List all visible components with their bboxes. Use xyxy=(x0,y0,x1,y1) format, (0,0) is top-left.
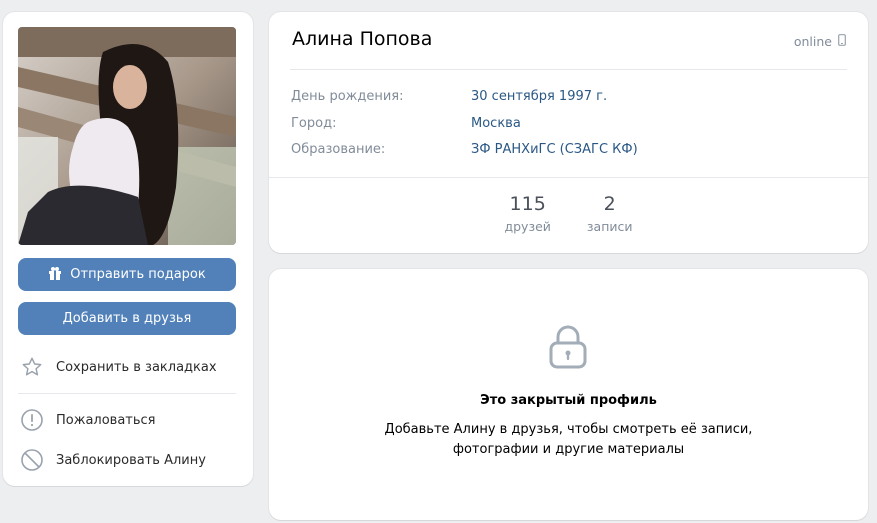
report-label: Пожаловаться xyxy=(56,412,156,428)
block-label: Заблокировать Алину xyxy=(56,452,206,468)
profile-photo[interactable] xyxy=(18,27,236,245)
info-value[interactable]: Москва xyxy=(471,116,521,131)
add-friend-button[interactable]: Добавить в друзья xyxy=(18,302,236,335)
online-label: online xyxy=(793,34,832,49)
posts-counter[interactable]: 2 записи xyxy=(587,193,633,234)
profile-sidebar: Отправить подарок Добавить в друзья Сохр… xyxy=(3,12,253,486)
counters-divider xyxy=(269,177,868,178)
add-friend-label: Добавить в друзья xyxy=(62,311,192,326)
header-divider xyxy=(290,69,847,70)
closed-text-line: фотографии и другие материалы xyxy=(452,442,685,457)
profile-photo-image xyxy=(18,27,236,245)
info-row-education: Образование: ЗФ РАНХиГС (СЗАГС КФ) xyxy=(291,142,638,157)
report-icon xyxy=(20,408,44,432)
gift-icon xyxy=(48,266,62,284)
counter-number: 2 xyxy=(603,193,616,215)
send-gift-button[interactable]: Отправить подарок xyxy=(18,258,236,291)
lock-icon xyxy=(549,325,587,373)
counter-number: 115 xyxy=(509,193,546,215)
report-action[interactable]: Пожаловаться xyxy=(20,406,156,434)
info-value[interactable]: 30 сентября 1997 г. xyxy=(471,89,607,104)
profile-name: Алина Попова xyxy=(292,28,433,50)
info-label: Город: xyxy=(291,116,337,131)
bookmark-action[interactable]: Сохранить в закладках xyxy=(20,353,217,381)
info-label: День рождения: xyxy=(291,89,404,104)
star-icon xyxy=(20,355,44,379)
counter-label: друзей xyxy=(504,219,551,234)
profile-info-card: Алина Попова online День рождения: 30 се… xyxy=(269,12,868,253)
online-status: online xyxy=(794,34,846,49)
info-row-birthday: День рождения: 30 сентября 1997 г. xyxy=(291,89,607,104)
info-value[interactable]: ЗФ РАНХиГС (СЗАГС КФ) xyxy=(471,142,638,157)
info-label: Образование: xyxy=(291,142,386,157)
bookmark-label: Сохранить в закладках xyxy=(56,359,217,375)
divider xyxy=(18,393,236,394)
block-icon xyxy=(20,448,44,472)
closed-profile-card: Это закрытый профиль Добавьте Алину в др… xyxy=(269,269,868,520)
closed-text-line: Добавьте Алину в друзья, чтобы смотреть … xyxy=(384,422,753,437)
info-row-city: Город: Москва xyxy=(291,116,521,131)
friends-counter[interactable]: 115 друзей xyxy=(504,193,550,234)
counters: 115 друзей 2 записи xyxy=(269,193,868,234)
mobile-icon xyxy=(838,34,846,49)
closed-profile-description: Добавьте Алину в друзья, чтобы смотреть … xyxy=(269,420,868,460)
counter-label: записи xyxy=(586,219,633,234)
block-action[interactable]: Заблокировать Алину xyxy=(20,446,206,474)
closed-profile-title: Это закрытый профиль xyxy=(480,393,657,408)
send-gift-label: Отправить подарок xyxy=(70,267,206,282)
